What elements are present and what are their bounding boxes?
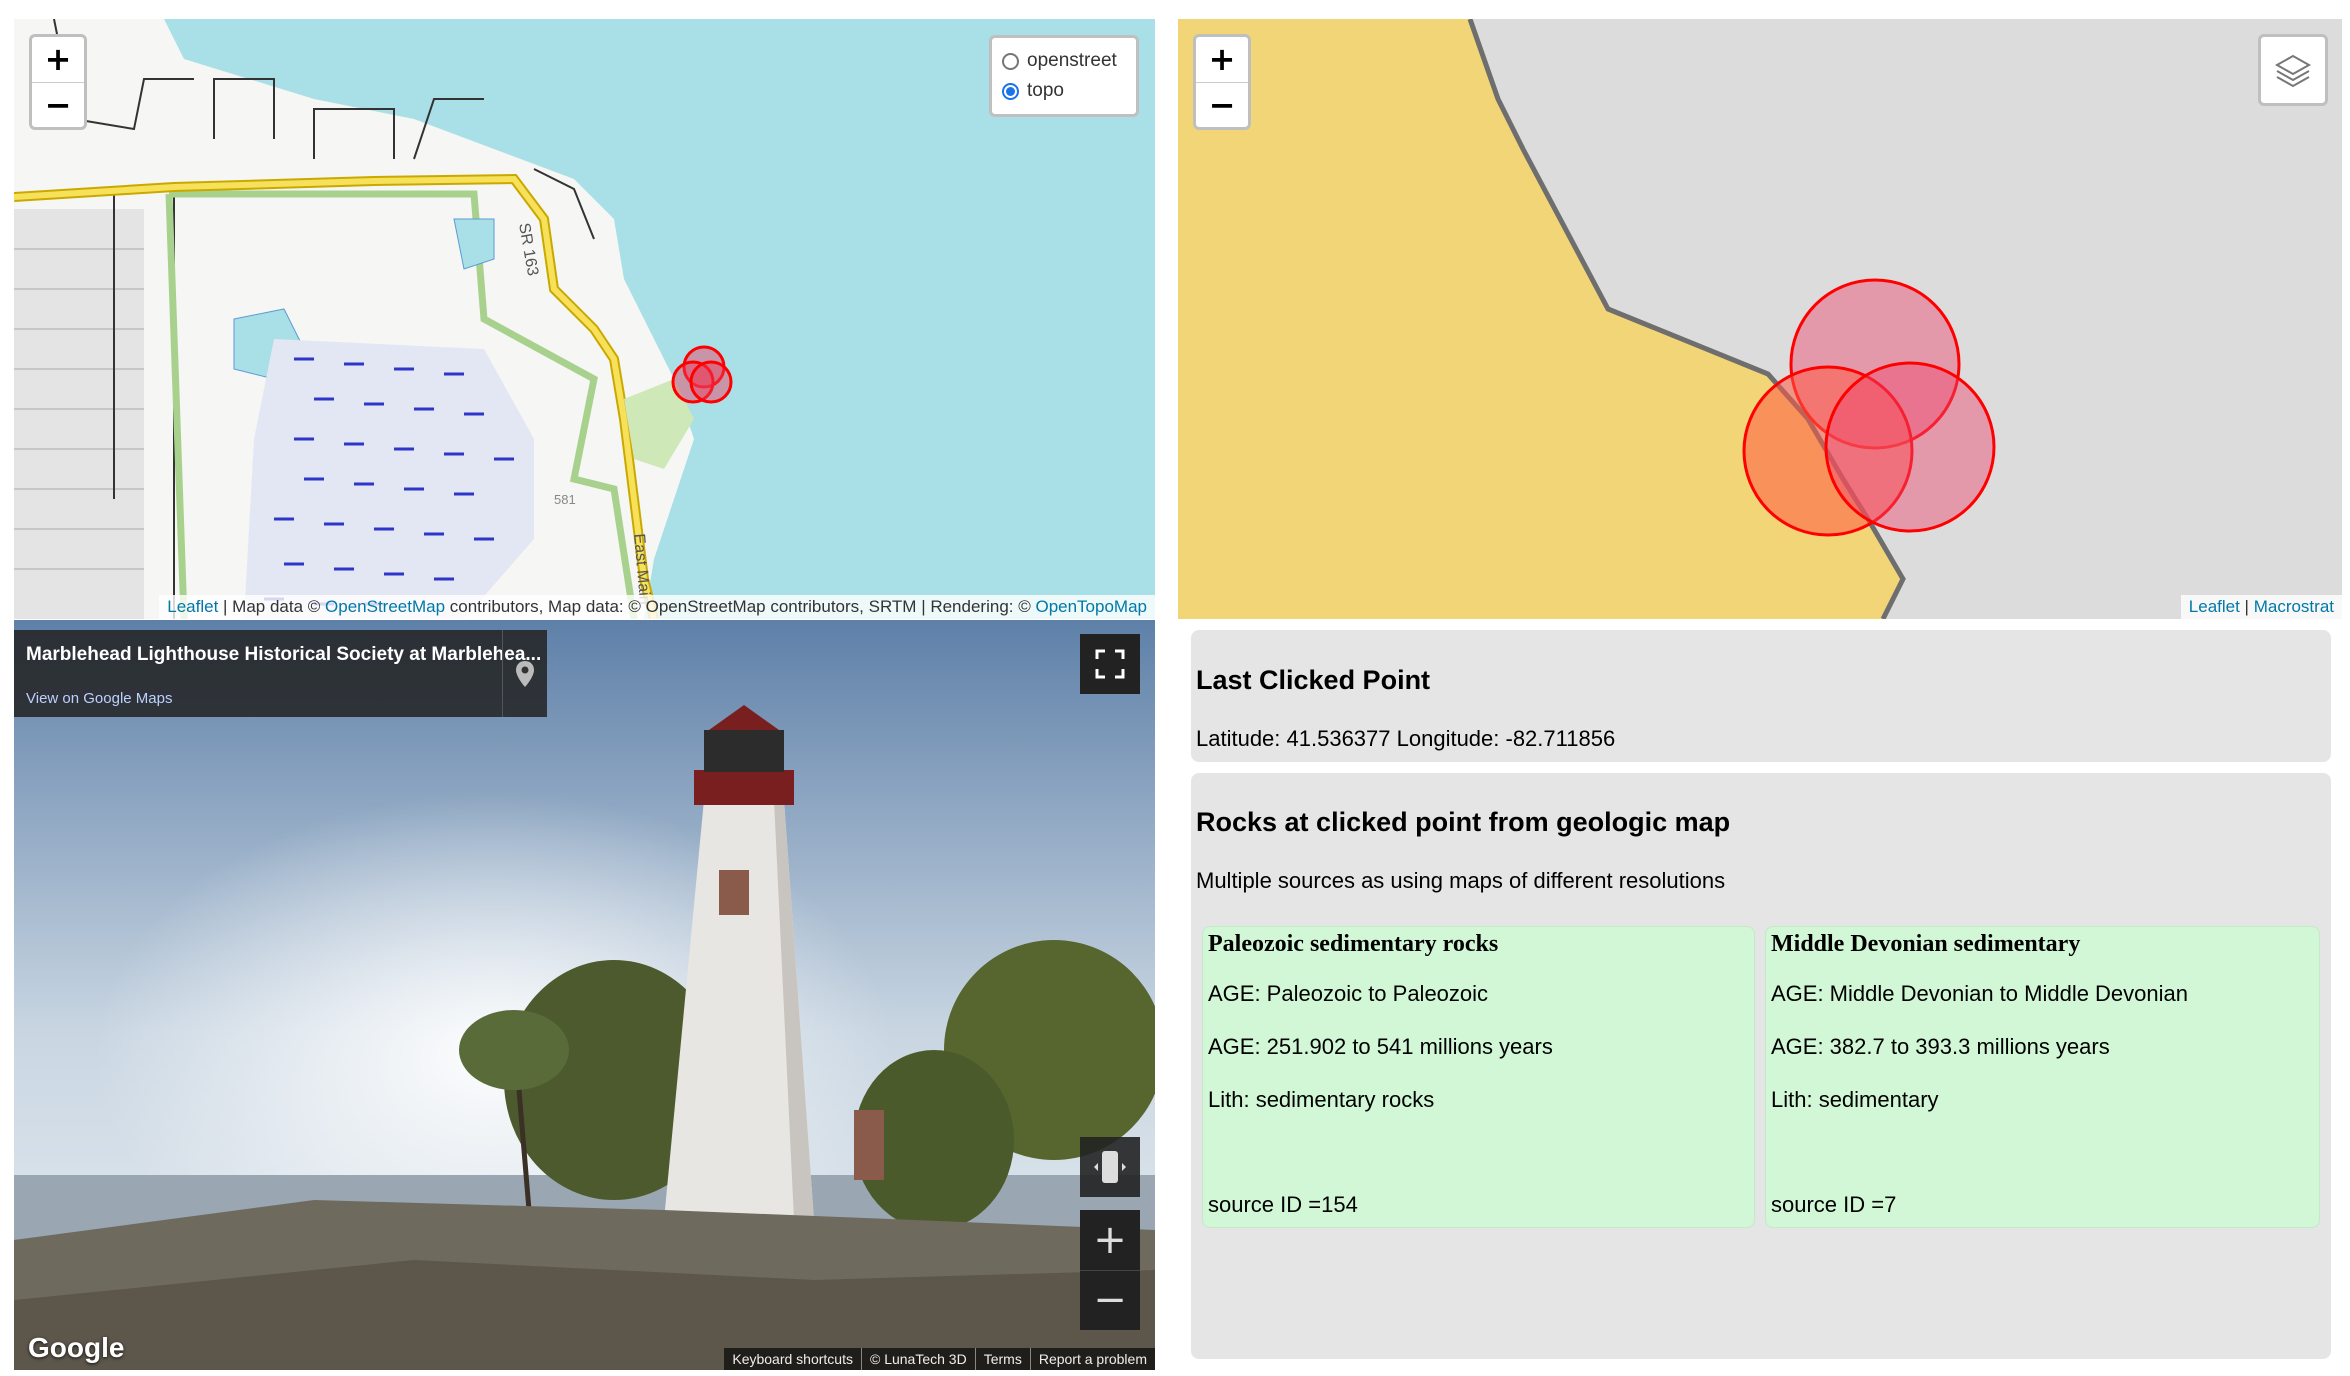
openstreetmap-link[interactable]: OpenStreetMap (325, 597, 445, 616)
rock-unit-age-years: AGE: 251.902 to 541 millions years (1208, 1034, 1553, 1059)
layer-option-openstreet[interactable]: openstreet (1002, 46, 1126, 76)
rocks-subtitle: Multiple sources as using maps of differ… (1196, 868, 1726, 893)
layer-option-topo[interactable]: topo (1002, 76, 1126, 106)
sv-zoom-out-button[interactable]: − (1080, 1269, 1140, 1331)
geo-attribution: Leaflet | Macrostrat (2180, 595, 2342, 619)
topo-zoom-in-button[interactable]: + (32, 37, 84, 82)
map-pin-button[interactable] (502, 630, 547, 717)
rock-unit-age-years: AGE: 382.7 to 393.3 millions years (1771, 1034, 2110, 1059)
keyboard-shortcuts-link[interactable]: Keyboard shortcuts (724, 1348, 861, 1370)
rock-unit-name: Middle Devonian sedimentary (1771, 931, 2081, 957)
rock-unit-card: Paleozoic sedimentary rocks AGE: Paleozo… (1202, 926, 1755, 1228)
rock-unit-age-range: AGE: Middle Devonian to Middle Devonian (1771, 981, 2189, 1006)
rocks-panel: Rocks at clicked point from geologic map… (1191, 773, 2331, 1359)
layers-icon (2274, 54, 2312, 88)
layer-label-topo: topo (1027, 80, 1064, 101)
topo-radio[interactable] (1002, 82, 1019, 100)
motion-tracking-button[interactable] (1080, 1137, 1140, 1197)
street-view-zoom-control: + − (1080, 1210, 1140, 1330)
opentopomap-link[interactable]: OpenTopoMap (1035, 597, 1147, 616)
google-logo: Google (28, 1332, 125, 1363)
phone-rotate-icon (1094, 1151, 1126, 1183)
last-clicked-panel: Last Clicked Point Latitude: 41.536377 L… (1191, 630, 2331, 762)
rocks-heading: Rocks at clicked point from geologic map (1196, 807, 1731, 837)
rock-unit-source: source ID =7 (1771, 1192, 1897, 1217)
rock-unit-name: Paleozoic sedimentary rocks (1208, 931, 1499, 957)
openstreet-radio[interactable] (1002, 52, 1019, 70)
street-view-image (14, 620, 1155, 1370)
fullscreen-button[interactable] (1080, 634, 1140, 694)
rock-unit-age-range: AGE: Paleozoic to Paleozoic (1208, 981, 1489, 1006)
macrostrat-link[interactable]: Macrostrat (2254, 597, 2334, 616)
copyright-text: © LunaTech 3D (860, 1348, 975, 1370)
last-clicked-heading: Last Clicked Point (1196, 665, 1431, 695)
fullscreen-icon (1095, 649, 1125, 679)
report-problem-link[interactable]: Report a problem (1029, 1348, 1155, 1370)
layers-button[interactable] (2258, 34, 2328, 106)
street-view-header: Marblehead Lighthouse Historical Society… (14, 630, 547, 717)
geology-map-tiles (1178, 19, 1996, 619)
leaflet-link[interactable]: Leaflet (2189, 597, 2240, 616)
topo-attribution: Leaflet | Map data © OpenStreetMap contr… (159, 595, 1155, 619)
street-view-footer: Keyboard shortcuts © LunaTech 3D Terms R… (724, 1348, 1155, 1370)
rock-unit-card: Middle Devonian sedimentary AGE: Middle … (1765, 926, 2320, 1228)
rock-unit-source: source ID =154 (1208, 1192, 1358, 1217)
layer-label-openstreet: openstreet (1027, 50, 1117, 71)
topo-zoom-control: + − (29, 34, 87, 130)
topo-map[interactable]: SR 163 East Main 581 + − openstreet topo… (14, 19, 1155, 619)
street-view-panorama[interactable]: Marblehead Lighthouse Historical Society… (14, 620, 1155, 1370)
sv-zoom-in-button[interactable]: + (1080, 1210, 1140, 1270)
attribution-text-1: | Map data © (218, 597, 326, 616)
place-title: Marblehead Lighthouse Historical Society… (26, 644, 542, 665)
topo-map-tiles: SR 163 East Main 581 (14, 19, 733, 619)
rock-unit-lith: Lith: sedimentary (1771, 1087, 1939, 1112)
attribution-text-2: contributors, Map data: © OpenStreetMap … (445, 597, 1036, 616)
geo-zoom-out-button[interactable]: − (1196, 82, 1248, 127)
map-pin-icon (516, 660, 534, 687)
view-on-google-maps-link[interactable]: View on Google Maps (26, 690, 172, 707)
elevation-label: 581 (554, 492, 576, 507)
attribution-sep: | (2239, 597, 2254, 616)
topo-zoom-out-button[interactable]: − (32, 82, 84, 127)
leaflet-link[interactable]: Leaflet (167, 597, 218, 616)
layer-switcher: openstreet topo (989, 35, 1139, 117)
terms-link[interactable]: Terms (974, 1348, 1030, 1370)
geo-zoom-in-button[interactable]: + (1196, 37, 1248, 82)
rock-unit-lith: Lith: sedimentary rocks (1208, 1087, 1435, 1112)
clicked-coordinates: Latitude: 41.536377 Longitude: -82.71185… (1196, 726, 1616, 751)
geology-map[interactable]: + − Leaflet | Macrostrat (1178, 19, 2342, 619)
geo-zoom-control: + − (1193, 34, 1251, 130)
